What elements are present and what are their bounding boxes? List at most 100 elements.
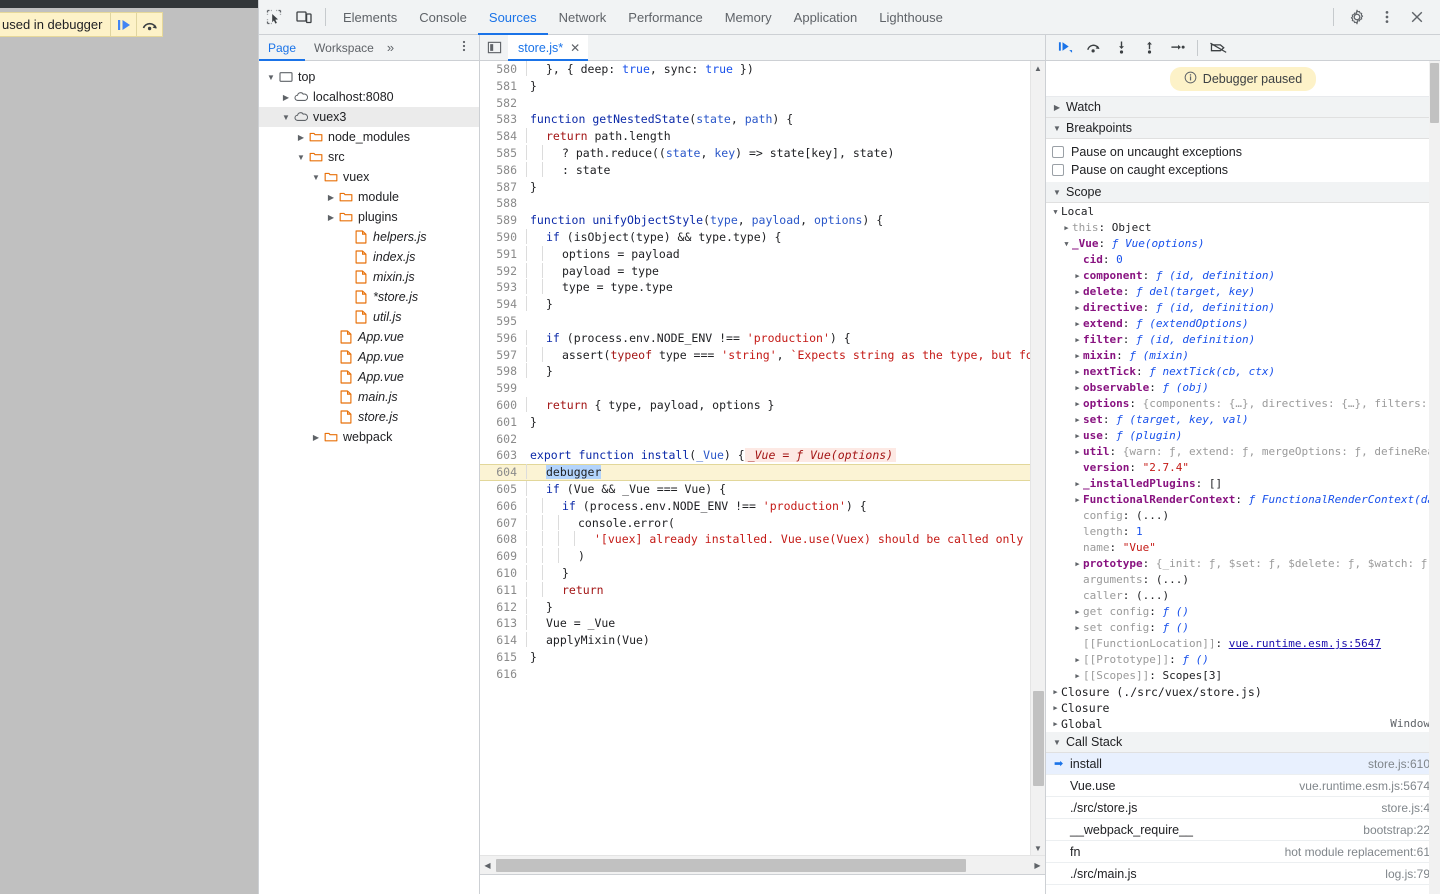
line-number[interactable]: 586	[480, 162, 526, 179]
line-number[interactable]: 605	[480, 481, 526, 498]
step-over-icon[interactable]	[1080, 36, 1106, 60]
code-line[interactable]: 591 options = payload	[480, 245, 1030, 263]
code-line[interactable]: 613 Vue = _Vue	[480, 615, 1030, 632]
tree-item-localhost-8080[interactable]: ▶ localhost:8080	[259, 87, 479, 107]
scope-group-row[interactable]: ▶ Closure	[1046, 700, 1440, 716]
scroll-right-icon[interactable]: ▶	[1030, 856, 1045, 875]
device-toolbar-icon[interactable]	[289, 2, 319, 32]
pause-uncaught-exceptions-row[interactable]: Pause on uncaught exceptions	[1046, 143, 1440, 161]
nav-tab-page[interactable]: Page	[259, 35, 306, 61]
line-number[interactable]: 593	[480, 279, 526, 296]
chevron-right-icon[interactable]: ▶	[1050, 716, 1061, 732]
line-number[interactable]: 595	[480, 313, 526, 330]
chevron-down-icon[interactable]: ▼	[295, 153, 307, 162]
code-line[interactable]: 614 applyMixin(Vue)	[480, 632, 1030, 649]
tab-lighthouse[interactable]: Lighthouse	[868, 0, 954, 35]
scope-tree[interactable]: ▼ Local ▶ this: Object ▼ _Vue: ƒ Vue(options)…	[1046, 203, 1440, 732]
tree-item-mixin-js[interactable]: ▶mixin.js	[259, 267, 479, 287]
debugger-vertical-scrollbar[interactable]	[1429, 61, 1440, 894]
code-line[interactable]: 592 payload = type	[480, 262, 1030, 280]
scope-row[interactable]: ▶ use: ƒ (plugin)	[1046, 428, 1440, 444]
line-number[interactable]: 604	[480, 464, 526, 481]
code-line[interactable]: 600 return { type, payload, options }	[480, 396, 1030, 414]
code-line[interactable]: 603 export function install(_Vue) {_Vue =…	[480, 447, 1030, 464]
line-number[interactable]: 594	[480, 296, 526, 313]
line-number[interactable]: 590	[480, 229, 526, 246]
tree-item-vuex[interactable]: ▼ vuex	[259, 167, 479, 187]
code-vertical-scrollbar[interactable]: ▲ ▼	[1030, 61, 1045, 855]
tab-sources[interactable]: Sources	[477, 0, 548, 35]
chevron-right-icon[interactable]: ▶	[1072, 268, 1083, 284]
scope-row[interactable]: ▶ FunctionalRenderContext: ƒ FunctionalRe…	[1046, 492, 1440, 508]
scope-row[interactable]: ▶caller: (...)	[1046, 588, 1440, 604]
line-number[interactable]: 607	[480, 515, 526, 532]
line-number[interactable]: 608	[480, 531, 526, 548]
line-number[interactable]: 601	[480, 414, 526, 431]
code-line[interactable]: 616	[480, 666, 1030, 683]
scope-row[interactable]: ▶ prototype: {_init: ƒ, $set: ƒ, $delete:…	[1046, 556, 1440, 572]
tree-item-index-js[interactable]: ▶index.js	[259, 247, 479, 267]
tree-item-main-js[interactable]: ▶main.js	[259, 387, 479, 407]
line-number[interactable]: 582	[480, 95, 526, 112]
chevron-right-icon[interactable]: ▶	[325, 193, 337, 202]
line-number[interactable]: 613	[480, 615, 526, 632]
chevron-right-icon[interactable]: ▶	[310, 433, 322, 442]
line-number[interactable]: 592	[480, 263, 526, 280]
line-number[interactable]: 606	[480, 498, 526, 515]
resume-script-icon[interactable]	[110, 13, 136, 36]
chevron-right-icon[interactable]: ▶	[1072, 444, 1083, 460]
code-line[interactable]: 615}	[480, 649, 1030, 666]
chevron-right-icon[interactable]: ▶	[1072, 348, 1083, 364]
chevron-right-icon[interactable]: ▶	[1072, 412, 1083, 428]
scroll-left-icon[interactable]: ◀	[480, 856, 495, 875]
code-horizontal-scrollbar[interactable]: ◀ ▶	[480, 855, 1045, 874]
line-number[interactable]: 600	[480, 397, 526, 414]
chevron-right-icon[interactable]: ▶	[1072, 492, 1083, 508]
chevron-right-icon[interactable]: ▶	[1072, 332, 1083, 348]
show-navigator-icon[interactable]	[480, 35, 508, 61]
code-line[interactable]: 587}	[480, 179, 1030, 196]
chevron-right-icon[interactable]: ▶	[1072, 364, 1083, 380]
line-number[interactable]: 580	[480, 61, 526, 78]
section-call-stack[interactable]: ▼ Call Stack	[1046, 732, 1440, 753]
code-line[interactable]: 582	[480, 95, 1030, 112]
chevron-right-icon[interactable]: ▶	[325, 213, 337, 222]
chevron-down-icon[interactable]: ▼	[265, 73, 277, 82]
line-number[interactable]: 603	[480, 447, 526, 464]
scope-row[interactable]: ▶[[FunctionLocation]]: vue.runtime.esm.j…	[1046, 636, 1440, 652]
line-number[interactable]: 609	[480, 548, 526, 565]
scroll-up-icon[interactable]: ▲	[1031, 61, 1045, 75]
editor-tab-store-js[interactable]: store.js* ✕	[508, 34, 589, 61]
scope-row[interactable]: ▶ [[Prototype]]: ƒ ()	[1046, 652, 1440, 668]
code-line[interactable]: 601}	[480, 414, 1030, 431]
tree-item-app-vue[interactable]: ▶App.vue	[259, 367, 479, 387]
pause-caught-exceptions-row[interactable]: Pause on caught exceptions	[1046, 161, 1440, 179]
chevron-right-icon[interactable]: ▶	[1072, 380, 1083, 396]
code-line[interactable]: 580}, { deep: true, sync: true })	[480, 61, 1030, 78]
line-number[interactable]: 591	[480, 246, 526, 263]
scope-row[interactable]: ▶ directive: ƒ (id, definition)	[1046, 300, 1440, 316]
scope-row[interactable]: ▶name: "Vue"	[1046, 540, 1440, 556]
chevron-right-icon[interactable]: ▶	[1050, 700, 1061, 716]
chevron-right-icon[interactable]: ▶	[1072, 604, 1083, 620]
code-line[interactable]: 610}	[480, 564, 1030, 582]
code-line[interactable]: 596 if (process.env.NODE_ENV !== 'product…	[480, 329, 1030, 347]
scope-row[interactable]: ▶ delete: ƒ del(target, key)	[1046, 284, 1440, 300]
tree-item-node-modules[interactable]: ▶ node_modules	[259, 127, 479, 147]
tree-item--store-js[interactable]: ▶*store.js	[259, 287, 479, 307]
scope-group-row[interactable]: ▶ Closure (./src/vuex/store.js)	[1046, 684, 1440, 700]
tree-item-plugins[interactable]: ▶ plugins	[259, 207, 479, 227]
code-line[interactable]: 583 function getNestedState(state, path) …	[480, 111, 1030, 128]
scope-row[interactable]: ▶arguments: (...)	[1046, 572, 1440, 588]
scroll-down-icon[interactable]: ▼	[1031, 841, 1045, 855]
chevron-right-icon[interactable]: ▶	[1072, 652, 1083, 668]
section-breakpoints[interactable]: ▼ Breakpoints	[1046, 118, 1440, 139]
line-number[interactable]: 596	[480, 330, 526, 347]
chevron-down-icon[interactable]: ▼	[1050, 204, 1061, 220]
chevron-down-icon[interactable]: ▼	[1061, 236, 1072, 252]
step-into-icon[interactable]	[1108, 36, 1134, 60]
chevron-right-icon[interactable]: ▶	[1072, 284, 1083, 300]
tab-network[interactable]: Network	[548, 0, 618, 35]
scrollbar-thumb[interactable]	[1430, 63, 1439, 123]
code-line[interactable]: 585? path.reduce((state, key) => state[k…	[480, 144, 1030, 162]
